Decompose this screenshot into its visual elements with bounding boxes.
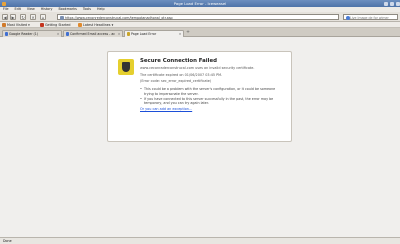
status-bar: Done <box>0 237 400 244</box>
minimize-icon[interactable] <box>384 1 388 6</box>
search-engine-icon[interactable] <box>345 15 350 20</box>
error-description: www.ceconraderconstrucal.com uses an inv… <box>140 66 255 70</box>
reload-button[interactable]: ↻ <box>20 13 26 20</box>
officer-icon <box>122 62 130 72</box>
bookmark-label: Getting Started <box>45 22 71 27</box>
error-title: Secure Connection Failed <box>140 58 218 64</box>
stop-button[interactable]: ✕ <box>30 13 36 20</box>
site-icon <box>59 15 64 20</box>
bookmark-latest-headlines[interactable]: Latest Headlines ▾ <box>78 23 113 28</box>
bookmark-icon <box>40 23 44 27</box>
list-item: If you have connected to this server suc… <box>140 97 283 105</box>
tab-page-load-error[interactable]: Page Load Error × <box>124 29 184 37</box>
maximize-icon[interactable] <box>390 1 394 6</box>
status-text: Done <box>3 239 12 243</box>
tab-label: Google Reader (1) <box>9 31 39 36</box>
new-tab-button[interactable]: + <box>185 30 191 36</box>
url-bar[interactable]: https://www.ceconrederconstrucal.com/tem… <box>57 13 339 20</box>
tab-favicon <box>126 32 130 36</box>
page-content: Secure Connection Failed www.ceconraderc… <box>0 37 400 237</box>
bookmark-label: Latest Headlines ▾ <box>83 22 114 27</box>
bookmark-label: Most Visited ▾ <box>7 22 30 27</box>
add-exception-link[interactable]: Or you can add an exception... <box>140 107 283 111</box>
app-icon <box>2 1 6 6</box>
tab-favicon <box>4 32 8 36</box>
search-input[interactable]: Live Image de for wimer <box>343 13 398 20</box>
bookmark-getting-started[interactable]: Getting Started <box>40 23 71 28</box>
back-button[interactable]: ◀ <box>2 13 8 20</box>
tab-google-reader[interactable]: Google Reader (1) × <box>2 29 62 37</box>
security-warning-icon <box>118 59 134 75</box>
url-text: https://www.ceconrederconstrucal.com/tem… <box>65 15 173 20</box>
window-titlebar: Page Load Error - Iceweasel <box>0 0 400 7</box>
tab-label: Page Load Error <box>131 31 157 36</box>
tab-favicon <box>65 32 69 36</box>
tab-strip: Google Reader (1) × Confirmed Email acce… <box>0 28 400 37</box>
tab-confirmed-email[interactable]: Confirmed Email access - ac × <box>63 29 123 37</box>
forward-button[interactable]: ▶ <box>10 13 16 20</box>
error-code: (Error code: sec_error_expired_certifica… <box>140 79 212 84</box>
bookmark-icon <box>2 23 6 27</box>
window-title: Page Load Error - Iceweasel <box>173 1 227 6</box>
error-explanations: This could be a problem with the server'… <box>140 87 283 105</box>
certificate-expiry: The certificate expired on 01/06/2007 03… <box>140 72 223 77</box>
close-icon[interactable] <box>396 1 400 6</box>
error-panel: Secure Connection Failed www.ceconraderc… <box>107 51 292 142</box>
rss-icon <box>78 23 82 27</box>
search-placeholder: Live Image de for wimer <box>350 15 389 20</box>
list-item: This could be a problem with the server'… <box>140 87 283 95</box>
bookmark-most-visited[interactable]: Most Visited ▾ <box>2 23 30 28</box>
home-button[interactable]: ⌂ <box>40 13 46 20</box>
tab-label: Confirmed Email access - ac <box>70 31 116 36</box>
navigation-toolbar: ◀ ▶ ↻ ✕ ⌂ https://www.ceconrederconstruc… <box>0 12 400 22</box>
